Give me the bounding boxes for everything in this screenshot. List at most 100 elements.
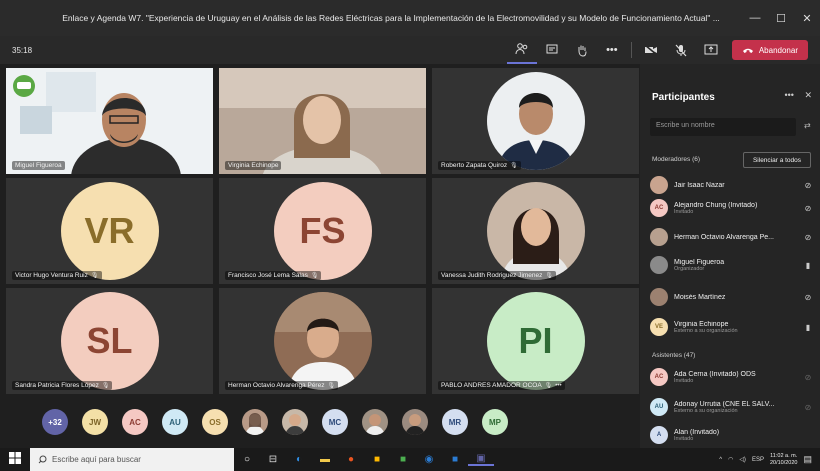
language-indicator[interactable]: ESP xyxy=(752,457,764,463)
messenger-app-icon[interactable]: ◉ xyxy=(416,454,442,465)
mic-off-icon: 🎙 xyxy=(90,273,99,279)
notifications-icon[interactable]: ▤ xyxy=(803,454,812,465)
participant-name-label: Francisco José Lema Salas 🎙 xyxy=(225,271,322,280)
sticky-app-icon[interactable]: ■ xyxy=(364,454,390,465)
raise-hand-button[interactable] xyxy=(567,36,597,64)
video-tile[interactable]: VR Victor Hugo Ventura Ruiz 🎙 xyxy=(6,178,213,284)
participant-chip[interactable]: JW xyxy=(82,409,108,435)
participant-photo xyxy=(273,292,372,390)
minimize-button[interactable]: — xyxy=(742,12,768,24)
participant-name-label: PABLO ANDRES AMADOR OCOA 🎙 ••• xyxy=(438,381,565,390)
video-tile[interactable]: FS Francisco José Lema Salas 🎙 xyxy=(219,178,426,284)
participant-list-item[interactable]: AU Adonay Urrutia (CNE EL SALV... Externo… xyxy=(650,396,815,418)
video-tile[interactable]: Herman Octavio Alvarenga Pérez 🎙 xyxy=(219,288,426,394)
mute-all-button[interactable]: Silenciar a todos xyxy=(743,152,811,168)
participant-photo xyxy=(405,414,425,435)
windows-start-button[interactable] xyxy=(0,452,30,467)
teams-app-icon[interactable]: ▣ xyxy=(468,453,494,466)
panel-title: Participantes xyxy=(652,92,715,103)
participant-chip[interactable]: MR xyxy=(442,409,468,435)
video-tile[interactable]: Virginia Echinope xyxy=(219,68,426,174)
taskbar-search-input[interactable]: Escribe aquí para buscar xyxy=(30,448,234,471)
participant-list-item[interactable]: AC Alejandro Chung (Invitado) Invitado ⊘ xyxy=(650,197,815,219)
chat-button[interactable] xyxy=(537,36,567,64)
edge-browser-icon[interactable]: ◐ xyxy=(286,454,312,465)
camera-toggle-button[interactable] xyxy=(636,36,666,64)
people-icon xyxy=(515,43,528,55)
participant-chip[interactable]: MC xyxy=(322,409,348,435)
participant-role: Organizador xyxy=(674,265,705,272)
participant-chip[interactable] xyxy=(402,409,428,435)
more-participants-chip[interactable]: +32 xyxy=(42,409,68,435)
participant-list-item[interactable]: Jair Isaac Nazar ⊘ xyxy=(650,174,815,196)
participant-name: Herman Octavio Alvarenga Pe... xyxy=(674,233,774,241)
participant-list-item[interactable]: VE Virginia Echinope Externo a su organiz… xyxy=(650,316,815,338)
leave-meeting-button[interactable]: Abandonar xyxy=(731,40,808,60)
participant-search-input[interactable]: Escribe un nombre xyxy=(650,118,796,136)
video-tile[interactable]: Vanessa Judith Rodriguez Jimenez 🎙 xyxy=(432,178,639,284)
participant-role: Invitado xyxy=(674,208,694,215)
share-invite-icon[interactable]: ⇄ xyxy=(804,121,811,130)
participant-chip[interactable] xyxy=(242,409,268,435)
wifi-icon[interactable]: ◠ xyxy=(728,456,733,463)
participant-role: Externo a su organización xyxy=(674,327,738,334)
mic-off-icon: 🎙 xyxy=(101,383,110,389)
cortana-icon[interactable]: ○ xyxy=(234,454,260,465)
video-tile[interactable]: PI PABLO ANDRES AMADOR OCOA 🎙 ••• xyxy=(432,288,639,394)
attendees-heading: Asistentes (47) xyxy=(652,352,696,359)
participant-list-item[interactable]: Miguel Figueroa Organizador ▮ xyxy=(650,254,815,276)
meeting-toolbar: 35:18 ••• Abandonar xyxy=(0,36,820,64)
taskbar-clock[interactable]: 11:02 a. m. 20/10/2020 xyxy=(770,453,798,467)
video-tile[interactable]: Miguel Figueroa xyxy=(6,68,213,174)
participant-name-label: Vanessa Judith Rodriguez Jimenez 🎙 xyxy=(438,271,557,280)
file-explorer-icon[interactable]: ▬ xyxy=(312,454,338,465)
video-tile[interactable]: SL Sandra Patricia Flores López 🎙 xyxy=(6,288,213,394)
word-app-icon[interactable]: ■ xyxy=(442,454,468,465)
participant-chip[interactable]: AU xyxy=(162,409,188,435)
mic-off-icon: 🎙 xyxy=(510,163,518,169)
participant-list-item[interactable]: Moisés Martínez ⊘ xyxy=(650,286,815,308)
mic-off-icon: 🎙 xyxy=(545,273,554,279)
participant-list-item[interactable]: AC Ada Cerna (Invitado) ODS Invitado ⊘ xyxy=(650,366,815,388)
mic-off-icon: ⊘ xyxy=(804,402,812,412)
mic-icon: ▮ xyxy=(805,260,811,270)
mic-off-icon: ⊘ xyxy=(804,292,812,302)
chevron-up-icon[interactable]: ^ xyxy=(719,457,722,463)
participant-name: Adonay Urrutia (CNE EL SALV... xyxy=(674,400,775,408)
participants-toggle-button[interactable] xyxy=(506,36,537,64)
panel-more-button[interactable]: ••• xyxy=(784,90,793,100)
maximize-button[interactable]: ☐ xyxy=(768,12,794,25)
more-actions-button[interactable]: ••• xyxy=(597,36,627,64)
participant-chip[interactable]: OS xyxy=(202,409,228,435)
chrome-browser-icon[interactable]: ● xyxy=(338,454,364,465)
participant-chip[interactable]: AC xyxy=(122,409,148,435)
panel-close-button[interactable]: ✕ xyxy=(804,90,812,100)
share-icon xyxy=(704,44,718,55)
participant-list-item[interactable]: Herman Octavio Alvarenga Pe... ⊘ xyxy=(650,226,815,248)
ellipsis-icon: ••• xyxy=(555,383,562,389)
task-view-icon[interactable]: ⊟ xyxy=(260,454,286,465)
video-tile[interactable]: Roberto Zapata Quiroz 🎙 xyxy=(432,68,639,174)
mic-toggle-button[interactable] xyxy=(666,36,696,64)
mic-off-icon: ⊘ xyxy=(804,203,812,213)
participant-name-label: Miguel Figueroa xyxy=(12,161,65,170)
close-window-button[interactable]: ✕ xyxy=(794,12,820,25)
mic-off-icon xyxy=(675,44,687,56)
chat-icon xyxy=(546,44,558,54)
share-screen-button[interactable] xyxy=(696,36,726,64)
participant-avatar: VE xyxy=(650,318,668,336)
participant-list-item[interactable]: A Alan (Invitado) Invitado xyxy=(650,426,815,444)
clock-date: 20/10/2020 xyxy=(769,459,798,466)
volume-icon[interactable]: ◁) xyxy=(739,456,746,463)
camera-off-icon xyxy=(644,44,658,56)
ellipsis-icon: ••• xyxy=(606,44,618,56)
mic-off-icon: 🎙 xyxy=(327,383,336,389)
mic-icon: ▮ xyxy=(805,322,811,332)
participant-name-label: Roberto Zapata Quiroz 🎙 xyxy=(438,161,521,170)
participant-chip[interactable] xyxy=(282,409,308,435)
participants-panel: Participantes ••• ✕ Escribe un nombre ⇄ … xyxy=(640,64,820,448)
participant-chip[interactable]: MP xyxy=(482,409,508,435)
participant-chip[interactable] xyxy=(362,409,388,435)
panel-controls: ••• ✕ xyxy=(784,90,812,101)
excel-app-icon[interactable]: ■ xyxy=(390,454,416,465)
